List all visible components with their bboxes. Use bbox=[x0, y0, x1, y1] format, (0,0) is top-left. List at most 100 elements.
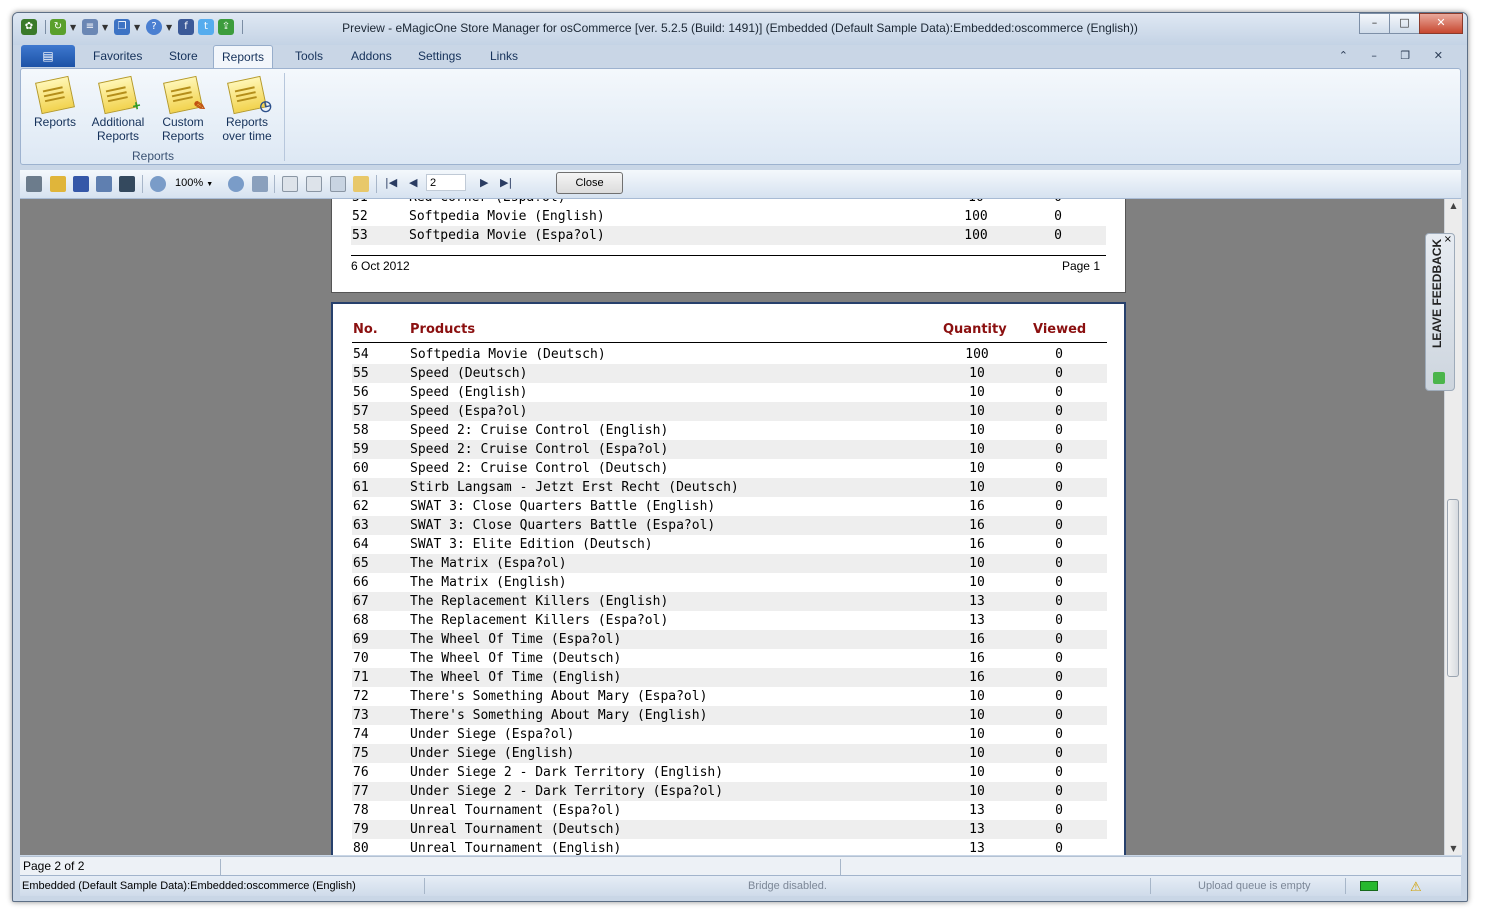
table-row: 55 Speed (Deutsch) 10 0 bbox=[352, 364, 1107, 383]
table-row: 63 SWAT 3: Close Quarters Battle (Espa?ol… bbox=[352, 516, 1107, 535]
additional-reports-button[interactable]: + Additional Reports bbox=[87, 75, 149, 143]
row-product: Speed (Deutsch) bbox=[410, 366, 528, 381]
app-menu-button[interactable]: ▤ bbox=[21, 45, 75, 67]
mdi-controls[interactable]: ⌃ – ❐ ✕ bbox=[1339, 49, 1453, 62]
row-product: Softpedia Movie (Deutsch) bbox=[410, 347, 606, 362]
row-viewed: 0 bbox=[1055, 347, 1063, 362]
close-preview-button[interactable]: Close bbox=[556, 172, 623, 194]
row-no: 69 bbox=[353, 632, 369, 647]
row-product: Unreal Tournament (Espa?ol) bbox=[410, 803, 622, 818]
row-product: The Wheel Of Time (Deutsch) bbox=[410, 651, 622, 666]
tab-favorites[interactable]: Favorites bbox=[93, 49, 142, 63]
table-row: 78 Unreal Tournament (Espa?ol) 13 0 bbox=[352, 801, 1107, 820]
custom-reports-button[interactable]: ✎ Custom Reports bbox=[155, 75, 211, 143]
row-viewed: 0 bbox=[1055, 670, 1063, 685]
last-page-icon[interactable]: ▶| bbox=[500, 176, 512, 189]
reports-button[interactable]: Reports bbox=[29, 75, 81, 129]
full-page-icon[interactable] bbox=[252, 176, 268, 192]
scroll-down-icon[interactable]: ▼ bbox=[1445, 844, 1462, 853]
tab-tools[interactable]: Tools bbox=[295, 49, 323, 63]
row-no: 55 bbox=[353, 366, 369, 381]
feedback-label: LEAVE FEEDBACK bbox=[1430, 238, 1444, 348]
row-quantity: 10 bbox=[969, 423, 985, 438]
row-no: 54 bbox=[353, 347, 369, 362]
row-product: Speed (English) bbox=[410, 385, 528, 400]
toolbar-separator bbox=[376, 175, 377, 193]
table-row: 59 Speed 2: Cruise Control (Espa?ol) 10 0 bbox=[352, 440, 1107, 459]
tab-settings[interactable]: Settings bbox=[418, 49, 461, 63]
row-quantity: 10 bbox=[969, 575, 985, 590]
row-quantity: 100 bbox=[964, 228, 988, 243]
table-row: 75 Under Siege (English) 10 0 bbox=[352, 744, 1107, 763]
table-row: 54 Softpedia Movie (Deutsch) 100 0 bbox=[352, 345, 1107, 364]
table-header: No. Products Quantity Viewed bbox=[352, 322, 1107, 343]
zoom-in-icon[interactable] bbox=[150, 176, 166, 192]
open-icon[interactable] bbox=[50, 176, 66, 192]
row-quantity: 13 bbox=[969, 822, 985, 837]
single-page-icon[interactable] bbox=[282, 176, 298, 192]
scroll-up-icon[interactable]: ▲ bbox=[1445, 201, 1462, 210]
row-viewed: 0 bbox=[1055, 442, 1063, 457]
zoom-value: 100% bbox=[175, 177, 204, 189]
first-page-icon[interactable]: |◀ bbox=[385, 176, 397, 189]
header-no: No. bbox=[353, 322, 378, 337]
leave-feedback-tab[interactable]: × LEAVE FEEDBACK bbox=[1425, 233, 1455, 391]
chevron-down-icon: ▼ bbox=[206, 181, 214, 188]
feedback-close-icon[interactable]: × bbox=[1444, 234, 1452, 245]
minimize-button[interactable]: – bbox=[1359, 13, 1390, 34]
table-row: 62 SWAT 3: Close Quarters Battle (English… bbox=[352, 497, 1107, 516]
next-page-icon[interactable]: ▶ bbox=[480, 176, 488, 189]
export-icon[interactable] bbox=[96, 176, 112, 192]
previous-page-icon[interactable]: ◀ bbox=[409, 176, 417, 189]
row-quantity: 10 bbox=[931, 199, 1021, 207]
table-row: 74 Under Siege (Espa?ol) 10 0 bbox=[352, 725, 1107, 744]
row-no: 56 bbox=[353, 385, 369, 400]
warning-icon[interactable]: ⚠ bbox=[1410, 877, 1422, 897]
row-viewed: 0 bbox=[1055, 385, 1063, 400]
row-product: Under Siege (English) bbox=[410, 746, 575, 761]
row-quantity: 10 bbox=[969, 708, 985, 723]
row-quantity: 100 bbox=[965, 347, 989, 362]
close-window-button[interactable]: ✕ bbox=[1419, 13, 1463, 34]
row-no: 61 bbox=[353, 480, 369, 495]
connection-info: Embedded (Default Sample Data):Embedded:… bbox=[22, 880, 356, 892]
reports-over-time-label: Reports over time bbox=[222, 115, 272, 143]
tab-addons[interactable]: Addons bbox=[351, 49, 392, 63]
save-icon[interactable] bbox=[73, 176, 89, 192]
report-preview-area[interactable]: 51 Red Corner (Espa?ol) 10 0 52 Softpedi… bbox=[20, 199, 1444, 855]
outline-icon[interactable] bbox=[330, 176, 346, 192]
status-divider bbox=[1345, 878, 1346, 894]
table-row: 61 Stirb Langsam - Jetzt Erst Recht (Deut… bbox=[352, 478, 1107, 497]
row-viewed: 0 bbox=[1055, 803, 1063, 818]
tab-reports[interactable]: Reports bbox=[213, 45, 274, 68]
table-row: 71 The Wheel Of Time (English) 16 0 bbox=[352, 668, 1107, 687]
row-product: The Replacement Killers (Espa?ol) bbox=[410, 613, 669, 628]
zoom-out-icon[interactable] bbox=[228, 176, 244, 192]
row-no: 62 bbox=[353, 499, 369, 514]
scrollbar-thumb[interactable] bbox=[1447, 499, 1459, 677]
row-no: 77 bbox=[353, 784, 369, 799]
row-quantity: 10 bbox=[969, 556, 985, 571]
tab-links[interactable]: Links bbox=[490, 49, 518, 63]
reports-over-time-button[interactable]: ◷ Reports over time bbox=[217, 75, 277, 143]
print-icon[interactable] bbox=[26, 176, 42, 192]
tab-store[interactable]: Store bbox=[169, 49, 198, 63]
page-number-input[interactable]: 2 bbox=[426, 174, 466, 191]
multi-page-icon[interactable] bbox=[306, 176, 322, 192]
find-icon[interactable] bbox=[119, 176, 135, 192]
row-quantity: 100 bbox=[964, 209, 988, 224]
row-no: 57 bbox=[353, 404, 369, 419]
row-quantity: 16 bbox=[969, 651, 985, 666]
row-viewed: 0 bbox=[1055, 613, 1063, 628]
table-row: 66 The Matrix (English) 10 0 bbox=[352, 573, 1107, 592]
table-row: 80 Unreal Tournament (English) 13 0 bbox=[352, 839, 1107, 855]
table-row: 69 The Wheel Of Time (Espa?ol) 16 0 bbox=[352, 630, 1107, 649]
maximize-button[interactable]: □ bbox=[1389, 13, 1420, 34]
row-quantity: 10 bbox=[969, 765, 985, 780]
row-product: The Wheel Of Time (Espa?ol) bbox=[410, 632, 622, 647]
row-no: 68 bbox=[353, 613, 369, 628]
zoom-select[interactable]: 100% ▼ bbox=[175, 175, 223, 192]
status-divider bbox=[220, 859, 221, 875]
row-no: 71 bbox=[353, 670, 369, 685]
edit-page-icon[interactable] bbox=[353, 176, 369, 192]
